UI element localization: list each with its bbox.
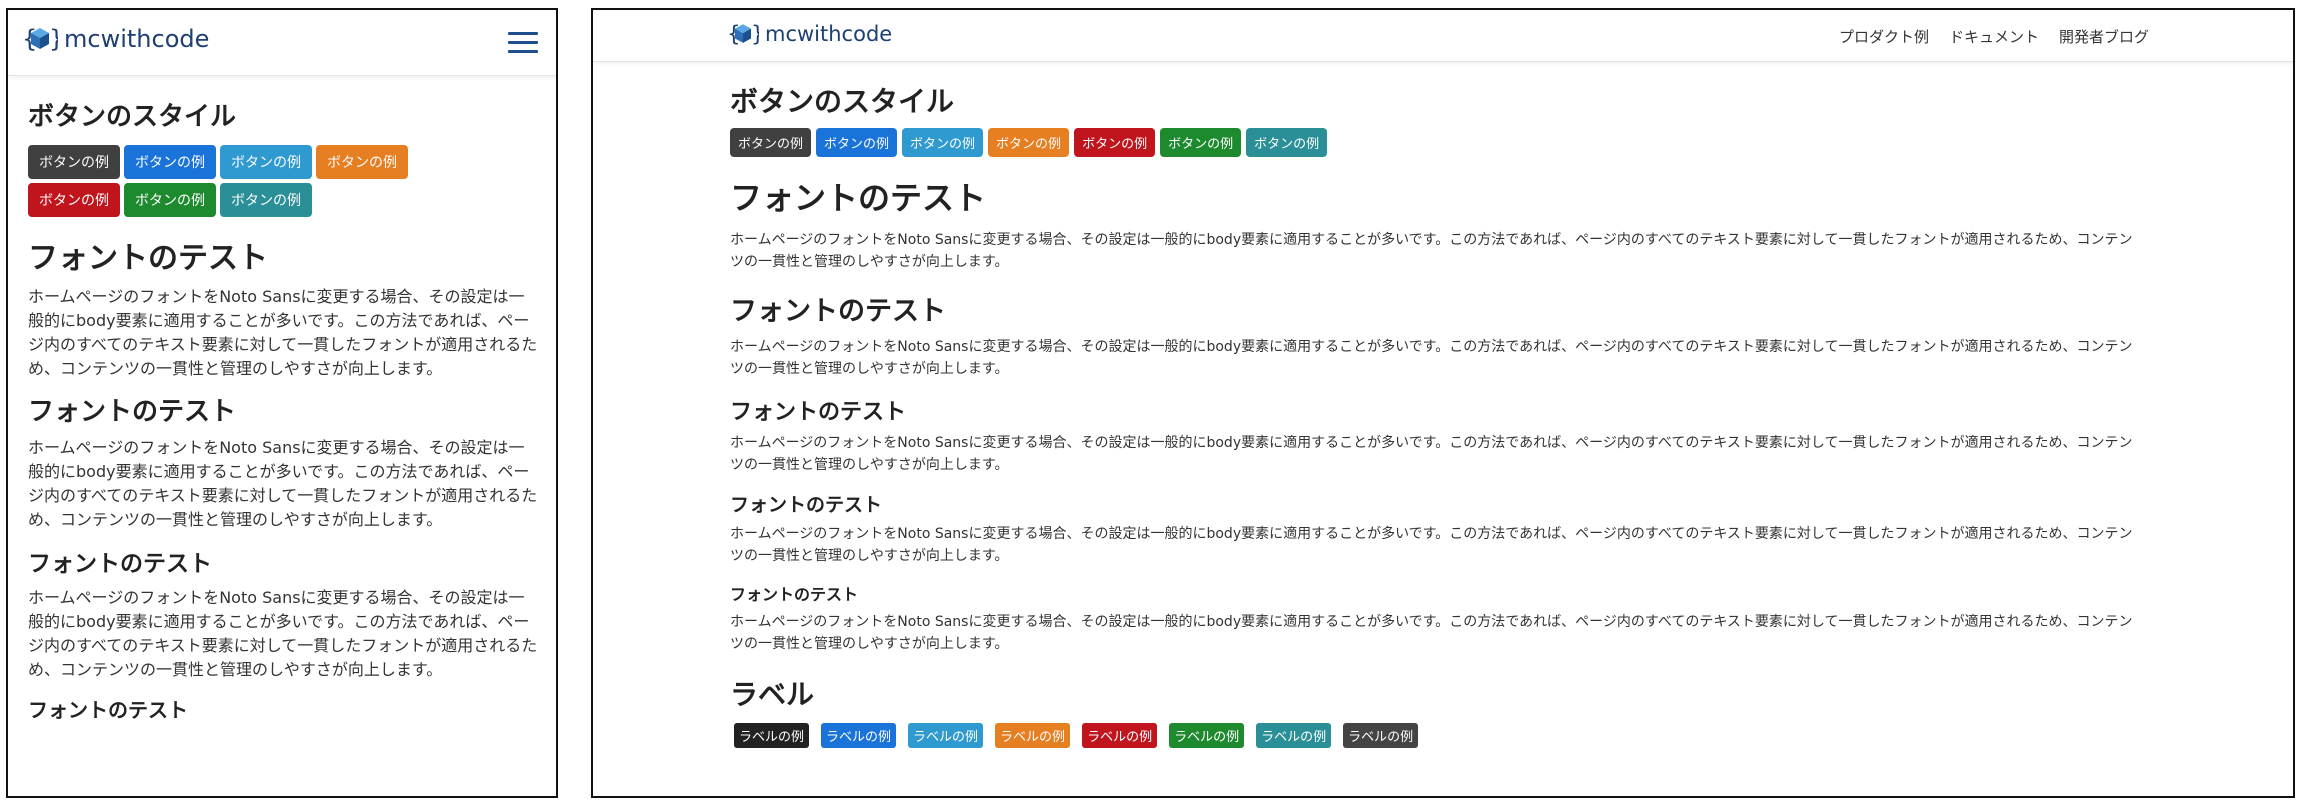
- example-button-sky[interactable]: ボタンの例: [902, 128, 984, 157]
- brand-name: mcwithcode: [64, 25, 210, 53]
- font-test-paragraph: ホームページのフォントをNoto Sansに変更する場合、その設定は一般的にbo…: [28, 588, 538, 679]
- example-label-green: ラベルの例: [1169, 723, 1245, 748]
- example-button-green[interactable]: ボタンの例: [1160, 128, 1242, 157]
- example-button-blue[interactable]: ボタンの例: [124, 145, 216, 179]
- font-test-heading-h1: フォントのテスト: [28, 241, 268, 276]
- navbar: { } mcwithcode: [8, 10, 556, 76]
- example-button-teal[interactable]: ボタンの例: [1246, 128, 1328, 157]
- example-label-black: ラベルの例: [734, 723, 810, 748]
- buttons-section-title: ボタンのスタイル: [28, 102, 237, 132]
- font-test-heading-h1: フォントのテスト: [730, 179, 987, 217]
- font-test-paragraph: ホームページのフォントをNoto Sansに変更する場合、その設定は一般的にbo…: [730, 232, 2133, 270]
- buttons-section-title: ボタンのスタイル: [730, 85, 955, 118]
- font-test-heading-h2: フォントのテスト: [730, 296, 946, 327]
- brand-logo-link[interactable]: { } mcwithcode: [727, 20, 892, 48]
- button-examples: ボタンの例 ボタンの例 ボタンの例 ボタンの例 ボタンの例 ボタンの例 ボタンの…: [730, 128, 2140, 157]
- example-button-orange[interactable]: ボタンの例: [988, 128, 1070, 157]
- navbar: { } mcwithcode プロダクト例 ドキュメント 開発者ブログ: [593, 10, 2293, 62]
- example-button-green[interactable]: ボタンの例: [124, 183, 216, 217]
- example-button-dark[interactable]: ボタンの例: [730, 128, 812, 157]
- font-test-heading-h3: フォントのテスト: [28, 551, 212, 577]
- cube-logo-icon: { }: [22, 25, 58, 53]
- example-button-sky[interactable]: ボタンの例: [220, 145, 312, 179]
- hamburger-menu-icon[interactable]: [508, 32, 538, 54]
- nav-link-products[interactable]: プロダクト例: [1839, 26, 1929, 47]
- main-content: ボタンのスタイル ボタンの例 ボタンの例 ボタンの例 ボタンの例 ボタンの例 ボ…: [28, 96, 540, 723]
- font-test-heading-h5: フォントのテスト: [730, 585, 859, 604]
- example-button-red[interactable]: ボタンの例: [28, 183, 120, 217]
- button-examples: ボタンの例 ボタンの例 ボタンの例 ボタンの例 ボタンの例 ボタンの例 ボタンの…: [28, 145, 468, 217]
- main-content: ボタンのスタイル ボタンの例 ボタンの例 ボタンの例 ボタンの例 ボタンの例 ボ…: [730, 80, 2140, 748]
- example-label-red: ラベルの例: [1082, 723, 1158, 748]
- example-label-orange: ラベルの例: [995, 723, 1071, 748]
- desktop-viewport: { } mcwithcode プロダクト例 ドキュメント 開発者ブログ ボタンの…: [591, 8, 2295, 798]
- font-test-paragraph: ホームページのフォントをNoto Sansに変更する場合、その設定は一般的にbo…: [730, 339, 2133, 377]
- example-label-blue: ラベルの例: [821, 723, 897, 748]
- example-button-dark[interactable]: ボタンの例: [28, 145, 120, 179]
- font-test-heading-h3: フォントのテスト: [730, 400, 907, 425]
- example-button-red[interactable]: ボタンの例: [1074, 128, 1156, 157]
- example-button-teal[interactable]: ボタンの例: [220, 183, 312, 217]
- font-test-paragraph: ホームページのフォントをNoto Sansに変更する場合、その設定は一般的にbo…: [730, 614, 2133, 652]
- mobile-viewport: { } mcwithcode ボタンのスタイル ボタンの例 ボタンの例 ボタンの…: [6, 8, 558, 798]
- nav-link-blog[interactable]: 開発者ブログ: [2059, 26, 2149, 47]
- example-button-blue[interactable]: ボタンの例: [816, 128, 898, 157]
- labels-section-title: ラベル: [730, 678, 815, 711]
- label-examples: ラベルの例 ラベルの例 ラベルの例 ラベルの例 ラベルの例 ラベルの例 ラベルの…: [730, 723, 2140, 748]
- font-test-heading-h4: フォントのテスト: [730, 494, 883, 516]
- svg-text:}: }: [751, 22, 759, 47]
- example-label-teal: ラベルの例: [1256, 723, 1332, 748]
- example-button-orange[interactable]: ボタンの例: [316, 145, 408, 179]
- font-test-paragraph: ホームページのフォントをNoto Sansに変更する場合、その設定は一般的にbo…: [730, 526, 2133, 564]
- example-label-sky: ラベルの例: [908, 723, 984, 748]
- nav-links: プロダクト例 ドキュメント 開発者ブログ: [1839, 26, 2149, 47]
- example-label-dark-gray: ラベルの例: [1343, 723, 1419, 748]
- font-test-paragraph: ホームページのフォントをNoto Sansに変更する場合、その設定は一般的にbo…: [28, 287, 538, 378]
- brand-logo-link[interactable]: { } mcwithcode: [22, 24, 209, 54]
- font-test-paragraph: ホームページのフォントをNoto Sansに変更する場合、その設定は一般的にbo…: [28, 438, 538, 529]
- svg-text:}: }: [49, 25, 58, 53]
- font-test-paragraph: ホームページのフォントをNoto Sansに変更する場合、その設定は一般的にbo…: [730, 435, 2133, 473]
- font-test-heading-h4: フォントのテスト: [28, 698, 188, 722]
- cube-logo-icon: { }: [727, 22, 759, 47]
- font-test-heading-h2: フォントのテスト: [28, 397, 237, 427]
- brand-name: mcwithcode: [765, 22, 893, 46]
- nav-link-docs[interactable]: ドキュメント: [1949, 26, 2039, 47]
